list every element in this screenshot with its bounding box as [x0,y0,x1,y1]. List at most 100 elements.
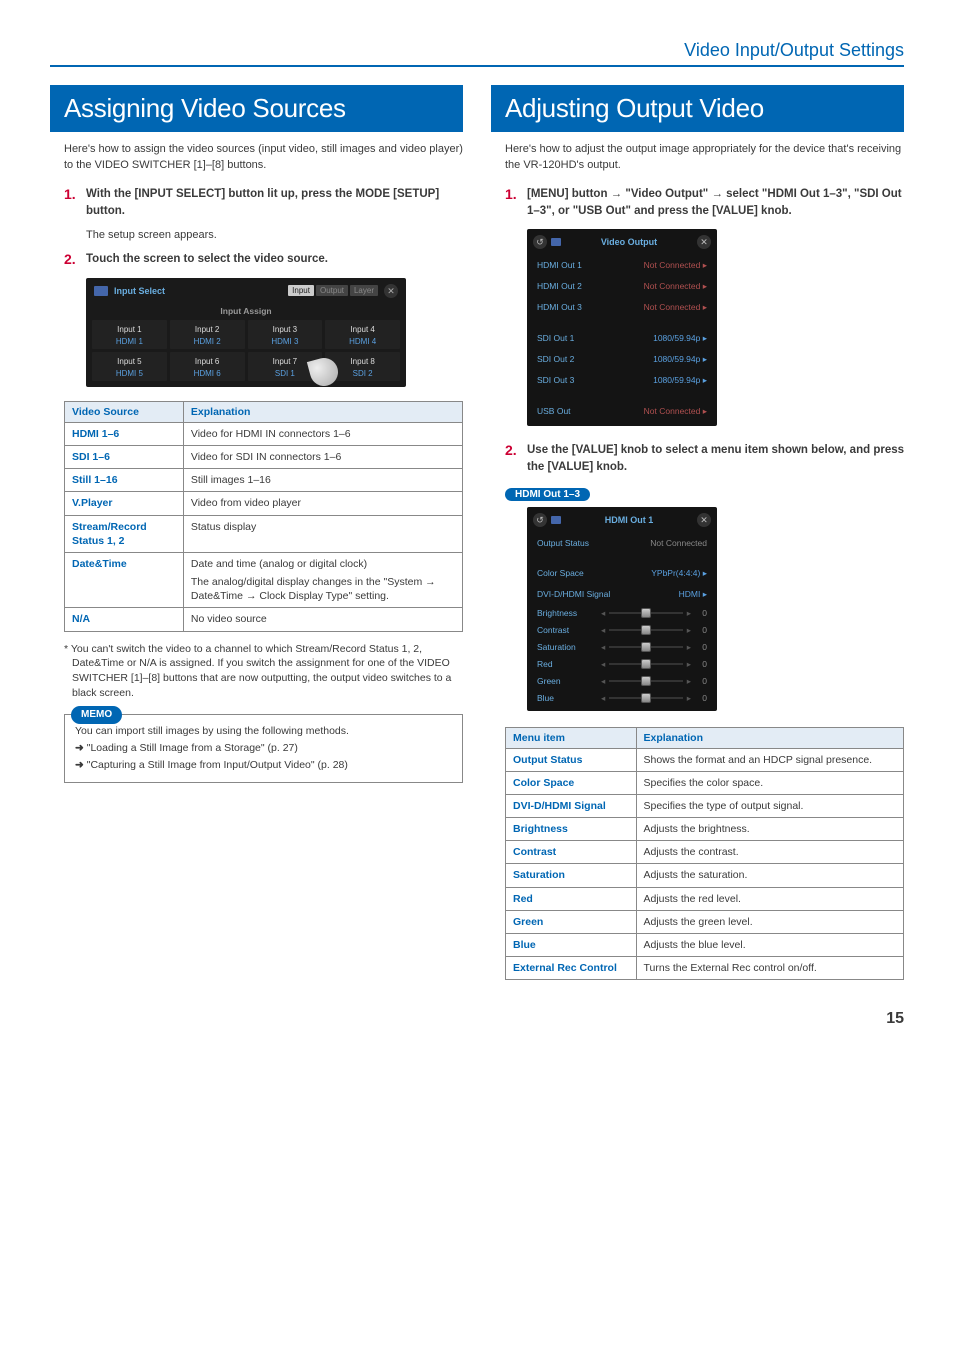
slider-thumb[interactable] [641,693,651,703]
slider-track[interactable] [609,659,682,669]
panel-label: Input Assign [90,304,402,318]
slider-label: Saturation [537,642,597,652]
slider-track[interactable] [609,676,682,686]
th-explanation: Explanation [183,401,462,422]
tab-group: Input Output Layer [288,285,378,296]
cell-val: Adjusts the brightness. [636,818,904,841]
close-icon[interactable]: ✕ [697,513,711,527]
input-cell[interactable]: Input 2 HDMI 2 [170,320,245,349]
slider-row[interactable]: Brightness◂▸0 [527,605,717,622]
table-row: V.PlayerVideo from video player [65,492,463,515]
cell-key: Output Status [506,748,637,771]
step-body: Touch the screen to select the video sou… [86,251,463,268]
table-row: Color SpaceSpecifies the color space. [506,771,904,794]
panel-row[interactable]: USB OutNot Connected ▸ [527,401,717,422]
cell-val: Adjusts the contrast. [636,841,904,864]
slider-thumb[interactable] [641,676,651,686]
step-2: 2. Touch the screen to select the video … [64,251,463,268]
panel-row[interactable]: Color SpaceYPbPr(4:4:4) ▸ [527,563,717,584]
label: HDMI Out 2 [537,281,582,292]
section-title-adjusting: Adjusting Output Video [491,85,904,132]
intro-text: Here's how to adjust the output image ap… [505,142,904,174]
input-cell[interactable]: Input 4 HDMI 4 [325,320,400,349]
slider-track[interactable] [609,625,682,635]
panel-row[interactable]: HDMI Out 2Not Connected ▸ [527,276,717,297]
cell-label: Input 5 [92,357,167,366]
value: 1080/59.94p ▸ [653,354,707,365]
slider-thumb[interactable] [641,659,651,669]
value: Not Connected ▸ [644,260,707,271]
slider-row[interactable]: Green◂▸0 [527,673,717,690]
value: Not Connected [650,538,707,548]
label: Output Status [537,538,589,548]
input-cell[interactable]: Input 6HDMI 6 [170,352,245,381]
breadcrumb: Video Input/Output Settings [50,40,904,61]
menu-item-table: Menu item Explanation Output StatusShows… [505,727,904,981]
cell-key: Contrast [506,841,637,864]
memo-link-2[interactable]: "Capturing a Still Image from Input/Outp… [75,757,452,774]
step-number: 2. [64,251,86,268]
slider-thumb[interactable] [641,642,651,652]
close-icon[interactable]: ✕ [697,235,711,249]
cell-val: Status display [183,515,462,552]
slider-row[interactable]: Saturation◂▸0 [527,639,717,656]
slider-value: 0 [695,659,707,669]
slider-row[interactable]: Red◂▸0 [527,656,717,673]
left-column: Assigning Video Sources Here's how to as… [50,85,463,990]
input-cell[interactable]: Input 1 HDMI 1 [92,320,167,349]
slider-thumb[interactable] [641,608,651,618]
slider-track[interactable] [609,608,682,618]
tab-input[interactable]: Input [288,285,314,296]
label: Color Space [537,568,584,579]
cell-key: External Rec Control [506,957,637,980]
slider-value: 0 [695,693,707,703]
input-cell[interactable]: Input 5HDMI 5 [92,352,167,381]
figure-input-select: Input Select Input Output Layer ✕ Input … [86,278,463,387]
monitor-icon [551,516,561,524]
panel-row[interactable]: HDMI Out 3Not Connected ▸ [527,297,717,318]
table-row: Still 1–16Still images 1–16 [65,469,463,492]
cell-label: Input 1 [92,325,167,334]
slider-track[interactable] [609,642,682,652]
panel-row[interactable]: DVI-D/HDMI SignalHDMI ▸ [527,584,717,605]
table-row: RedAdjusts the red level. [506,887,904,910]
table-row: Output StatusShows the format and an HDC… [506,748,904,771]
table-row: GreenAdjusts the green level. [506,910,904,933]
cell-label: Input 4 [325,325,400,334]
close-icon[interactable]: ✕ [384,284,398,298]
panel-title: HDMI Out 1 [565,515,693,525]
slider-track[interactable] [609,693,682,703]
tab-layer[interactable]: Layer [350,285,378,296]
cell-val: Specifies the color space. [636,771,904,794]
cell-assign: HDMI 2 [170,337,245,346]
panel-row[interactable]: HDMI Out 1Not Connected ▸ [527,255,717,276]
back-icon[interactable]: ↺ [533,235,547,249]
cell-label: Input 2 [170,325,245,334]
value: 1080/59.94p ▸ [653,375,707,386]
tab-output[interactable]: Output [316,285,348,296]
cell-val: Video for HDMI IN connectors 1–6 [183,422,462,445]
slider-row[interactable]: Blue◂▸0 [527,690,717,707]
cell-assign: HDMI 1 [92,337,167,346]
slider-thumb[interactable] [641,625,651,635]
panel-row[interactable]: SDI Out 11080/59.94p ▸ [527,328,717,349]
cell-val: Specifies the type of output signal. [636,794,904,817]
label: HDMI Out 3 [537,302,582,313]
cell-key: SDI 1–6 [65,446,184,469]
cell-label: Input 7 [248,357,323,366]
step-body: [MENU] button → "Video Output" → select … [527,186,904,219]
cell-assign: HDMI 4 [325,337,400,346]
panel-row[interactable]: SDI Out 21080/59.94p ▸ [527,349,717,370]
table-row: Stream/Record Status 1, 2Status display [65,515,463,552]
section-title-assigning: Assigning Video Sources [50,85,463,132]
panel-row[interactable]: SDI Out 31080/59.94p ▸ [527,370,717,391]
table-row: SaturationAdjusts the saturation. [506,864,904,887]
input-cell[interactable]: Input 3HDMI 3 [248,320,323,349]
slider-label: Red [537,659,597,669]
input-cell[interactable]: Input 7SDI 1 [248,352,323,381]
memo-link-1[interactable]: "Loading a Still Image from a Storage" (… [75,740,452,757]
back-icon[interactable]: ↺ [533,513,547,527]
step-number: 2. [505,442,527,475]
cell-key: HDMI 1–6 [65,422,184,445]
slider-row[interactable]: Contrast◂▸0 [527,622,717,639]
